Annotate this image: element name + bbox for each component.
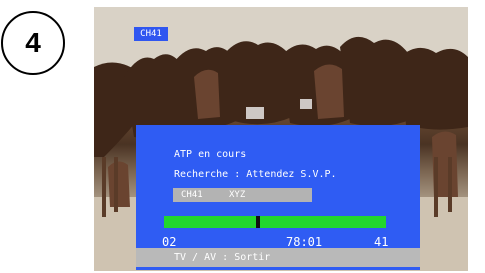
- osd-channel-code: CH41: [181, 190, 203, 200]
- channel-badge: CH41: [134, 27, 168, 41]
- osd-footer-text: TV / AV : Sortir: [174, 252, 271, 263]
- progress-start-label: 02: [162, 235, 177, 249]
- step-number: 4: [25, 27, 41, 58]
- osd-status-text: Recherche : Attendez S.V.P.: [174, 169, 337, 180]
- osd-footer-hint: TV / AV : Sortir: [136, 248, 420, 267]
- tv-screen: CH41 ATP en cours Recherche : Attendez S…: [94, 7, 468, 271]
- osd-channel-field: CH41 XYZ: [173, 188, 312, 202]
- osd-channel-name: XYZ: [229, 190, 246, 200]
- step-number-badge: 4: [1, 11, 65, 75]
- progress-marker: [256, 216, 260, 228]
- osd-title: ATP en cours: [174, 149, 247, 160]
- progress-current-label: 78:01: [286, 235, 323, 249]
- tuning-progress-bar: [164, 216, 386, 228]
- progress-end-label: 41: [374, 235, 389, 249]
